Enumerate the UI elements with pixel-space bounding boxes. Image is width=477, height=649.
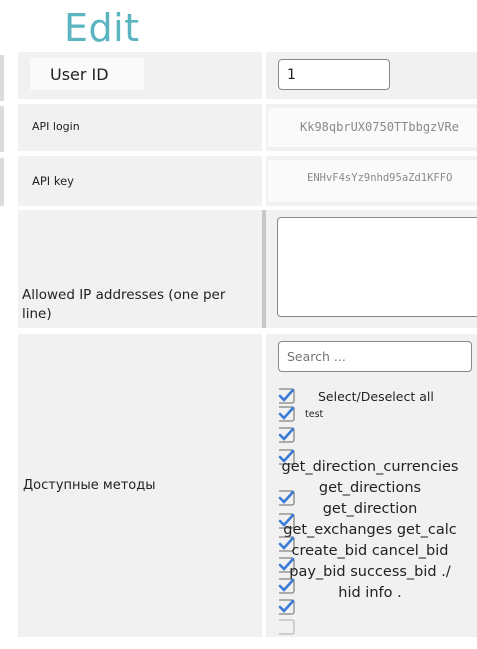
- api-login-label-cell: API login: [18, 104, 262, 151]
- allowed-ip-label-line2: line): [22, 306, 52, 322]
- left-edge: [0, 106, 4, 152]
- method-label-test: test: [305, 409, 324, 420]
- select-all-checkbox[interactable]: [277, 388, 297, 404]
- methods-label-cell: Доступные методы: [18, 334, 262, 637]
- method-label: get_direction_currencies: [281, 459, 459, 475]
- method-checkbox[interactable]: [277, 406, 297, 422]
- left-edge: [0, 55, 4, 101]
- select-all-label: Select/Deselect all: [318, 389, 434, 404]
- methods-label: Доступные методы: [23, 478, 156, 493]
- method-checkbox[interactable]: [277, 619, 297, 635]
- api-key-field-cell: ENHvF4sYz9nhd95aZd1KFFO: [266, 156, 477, 206]
- method-label: create_bid cancel_bid: [291, 543, 449, 559]
- allowed-ip-label: Allowed IP addresses (one per: [22, 287, 226, 303]
- allowed-ip-label-cell: Allowed IP addresses (one per line): [18, 210, 262, 328]
- allowed-ip-textarea[interactable]: [277, 217, 477, 317]
- page-title: Edit: [64, 6, 140, 50]
- methods-search-input[interactable]: [278, 341, 472, 372]
- method-label: pay_bid success_bid ./: [289, 564, 451, 580]
- api-login-field-cell: Kk98qbrUX0750TTbbgzVRe: [266, 104, 477, 151]
- user-id-label-cell: User ID: [18, 52, 262, 99]
- method-checkbox[interactable]: [277, 427, 297, 443]
- method-label: get_directions: [318, 480, 422, 496]
- api-key-value[interactable]: ENHvF4sYz9nhd95aZd1KFFO: [307, 172, 452, 184]
- method-label: hid info .: [338, 585, 402, 601]
- left-edge: [0, 158, 4, 206]
- api-login-label: API login: [32, 120, 80, 133]
- method-label: get_exchanges get_calc: [283, 522, 457, 538]
- user-id-input[interactable]: [278, 59, 390, 90]
- user-id-field-cell: [266, 52, 477, 99]
- api-key-label: API key: [32, 174, 74, 188]
- method-checkbox[interactable]: [277, 599, 297, 615]
- api-key-label-cell: API key: [18, 156, 262, 206]
- allowed-ip-field-cell: [266, 210, 477, 328]
- method-label: get_direction: [322, 501, 418, 517]
- user-id-label: User ID: [50, 65, 109, 84]
- api-login-value[interactable]: Kk98qbrUX0750TTbbgzVRe: [300, 120, 459, 134]
